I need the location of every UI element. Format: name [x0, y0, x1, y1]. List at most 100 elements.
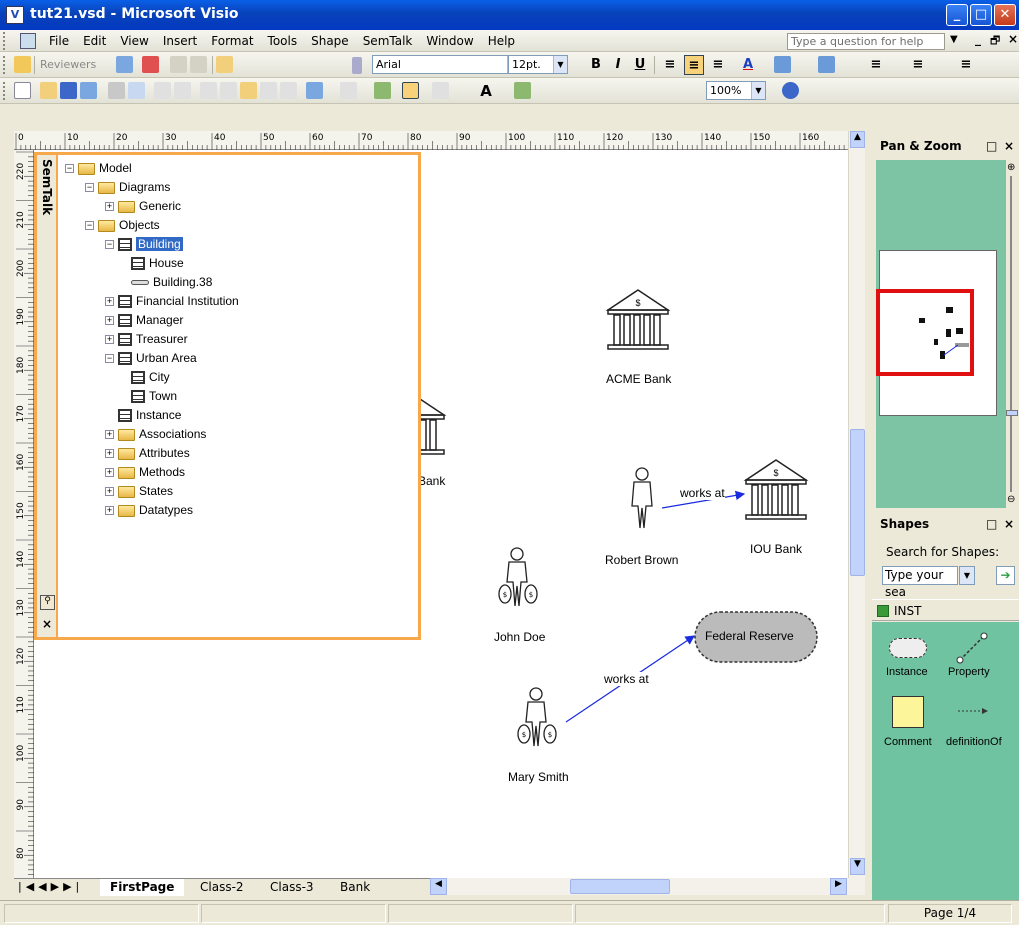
scroll-up-icon[interactable]: ▲ [850, 131, 865, 148]
paste-icon[interactable] [240, 82, 257, 99]
search-go-button[interactable]: ➔ [996, 566, 1015, 585]
print-icon[interactable] [108, 82, 125, 99]
search-dropdown-icon[interactable]: ▼ [959, 566, 975, 585]
pointer-tool-icon[interactable] [402, 82, 419, 99]
document-icon[interactable] [20, 33, 36, 49]
tree-node-building38[interactable]: Building.38 [131, 273, 212, 292]
pan-zoom-viewport-rect[interactable] [876, 289, 974, 376]
tree-node-city[interactable]: City [131, 368, 170, 387]
property-master-label[interactable]: Property [948, 666, 990, 678]
align-right-button[interactable]: ≡ [708, 55, 728, 75]
permission-icon[interactable] [80, 82, 97, 99]
maximize-button[interactable]: □ [970, 4, 992, 26]
tree-node-generic[interactable]: + Generic [105, 197, 181, 216]
tree-node-manager[interactable]: + Manager [105, 311, 183, 330]
menu-format[interactable]: Format [204, 30, 260, 52]
text-tool-button[interactable]: A [476, 81, 496, 101]
zoom-slider-thumb[interactable] [1006, 410, 1018, 416]
redo-icon[interactable] [340, 82, 357, 99]
help-icon[interactable] [782, 82, 799, 99]
menu-help[interactable]: Help [481, 30, 522, 52]
open-icon[interactable] [40, 82, 57, 99]
zoom-slider[interactable]: ⊕ ⊖ [1006, 160, 1019, 508]
delete-icon[interactable] [260, 82, 277, 99]
save-icon[interactable] [60, 82, 77, 99]
menu-grip[interactable] [3, 32, 7, 50]
underline-button[interactable]: U [630, 55, 650, 75]
format-painter-icon[interactable] [280, 82, 297, 99]
edit-comment-icon[interactable] [216, 56, 233, 73]
tree-node-treasurer[interactable]: + Treasurer [105, 330, 188, 349]
definitionof-master-label[interactable]: definitionOf [946, 736, 1002, 748]
doc-restore-button[interactable]: 🗗 [990, 32, 1000, 51]
robert-brown-label[interactable]: Robert Brown [605, 553, 678, 567]
cut-icon[interactable] [200, 82, 217, 99]
tree-node-financial-institution[interactable]: + Financial Institution [105, 292, 239, 311]
line-ends-button[interactable]: ≡ [956, 55, 976, 75]
font-size-select[interactable]: 12pt. ▼ [508, 55, 568, 74]
menu-view[interactable]: View [113, 30, 155, 52]
horizontal-scroll-thumb[interactable] [570, 879, 670, 894]
tree-node-model[interactable]: − Model [65, 159, 132, 178]
close-button[interactable]: ✕ [994, 4, 1016, 26]
menu-edit[interactable]: Edit [76, 30, 113, 52]
fill-color-icon[interactable] [818, 56, 835, 73]
mary-smith-label[interactable]: Mary Smith [508, 770, 569, 784]
zoom-select[interactable]: 100% ▼ [706, 81, 766, 100]
vertical-scroll-thumb[interactable] [850, 429, 865, 576]
zoom-in-icon[interactable]: ⊕ [1007, 162, 1015, 173]
page-nav-arrows-icon[interactable]: |◀◀▶▶| [18, 880, 83, 893]
menu-tools[interactable]: Tools [261, 30, 305, 52]
menu-semtalk[interactable]: SemTalk [356, 30, 420, 52]
comment-master-icon[interactable] [892, 696, 924, 728]
question-input[interactable]: Type a question for help [787, 33, 945, 50]
undo-icon[interactable] [306, 82, 323, 99]
pan-zoom-close-button[interactable]: × [1004, 134, 1014, 158]
scroll-down-icon[interactable]: ▼ [850, 858, 865, 875]
tree-node-associations[interactable]: + Associations [105, 425, 206, 444]
line-pattern-button[interactable]: ≡ [908, 55, 928, 75]
iou-bank-label[interactable]: IOU Bank [750, 542, 802, 556]
works-at-label-1[interactable]: works at [680, 486, 725, 500]
comment-master-label[interactable]: Comment [884, 736, 932, 748]
scroll-right-icon[interactable]: ▶ [830, 878, 847, 895]
property-master-icon[interactable] [954, 626, 994, 666]
zoom-out-icon[interactable]: ⊖ [1007, 494, 1015, 505]
italic-button[interactable]: I [608, 55, 628, 75]
horizontal-scrollbar[interactable]: ◀ ▶ [430, 878, 865, 895]
doc-minimize-button[interactable]: _ [975, 32, 981, 46]
copy-icon[interactable] [220, 82, 237, 99]
vertical-ruler[interactable]: 220 210 200 190 180 170 160 150 140 130 120 110 100 9… [14, 150, 34, 880]
tree-node-urban-area[interactable]: − Urban Area [105, 349, 197, 368]
menu-shape[interactable]: Shape [304, 30, 356, 52]
stencil-inst-header[interactable]: INST [872, 599, 1019, 621]
tab-firstpage[interactable]: FirstPage [100, 879, 185, 896]
menu-file[interactable]: File [42, 30, 76, 52]
tree-node-states[interactable]: + States [105, 482, 173, 501]
bold-button[interactable]: B [586, 55, 606, 75]
doc-close-button[interactable]: × [1008, 32, 1018, 46]
tree-node-building[interactable]: − Building [105, 235, 183, 254]
definitionof-master-icon[interactable] [958, 706, 988, 716]
tree-node-instance[interactable]: Instance [118, 406, 181, 425]
tree-node-attributes[interactable]: + Attributes [105, 444, 190, 463]
scroll-left-icon[interactable]: ◀ [430, 878, 447, 895]
tree-node-diagrams[interactable]: − Diagrams [85, 178, 170, 197]
line-color-icon[interactable] [774, 56, 791, 73]
toolbar-options-icon[interactable] [352, 57, 362, 74]
semtalk-close-button[interactable]: × [42, 617, 52, 631]
drawing-tools-icon[interactable] [514, 82, 531, 99]
tab-class-2[interactable]: Class-2 [190, 879, 254, 896]
align-left-button[interactable]: ≡ [660, 55, 680, 75]
federal-reserve-label[interactable]: Federal Reserve [705, 629, 794, 643]
search-shapes-input[interactable]: Type your sea [882, 566, 958, 599]
tree-node-house[interactable]: House [131, 254, 184, 273]
pin-icon[interactable]: ⚲ [40, 595, 55, 610]
line-weight-button[interactable]: ≡ [866, 55, 886, 75]
ink-icon[interactable] [142, 56, 159, 73]
tab-bank[interactable]: Bank [330, 879, 381, 896]
new-icon[interactable] [14, 82, 31, 99]
tree-node-objects[interactable]: − Objects [85, 216, 160, 235]
pan-zoom-float-icon[interactable]: □ [986, 134, 997, 158]
minimize-button[interactable]: _ [946, 4, 968, 26]
